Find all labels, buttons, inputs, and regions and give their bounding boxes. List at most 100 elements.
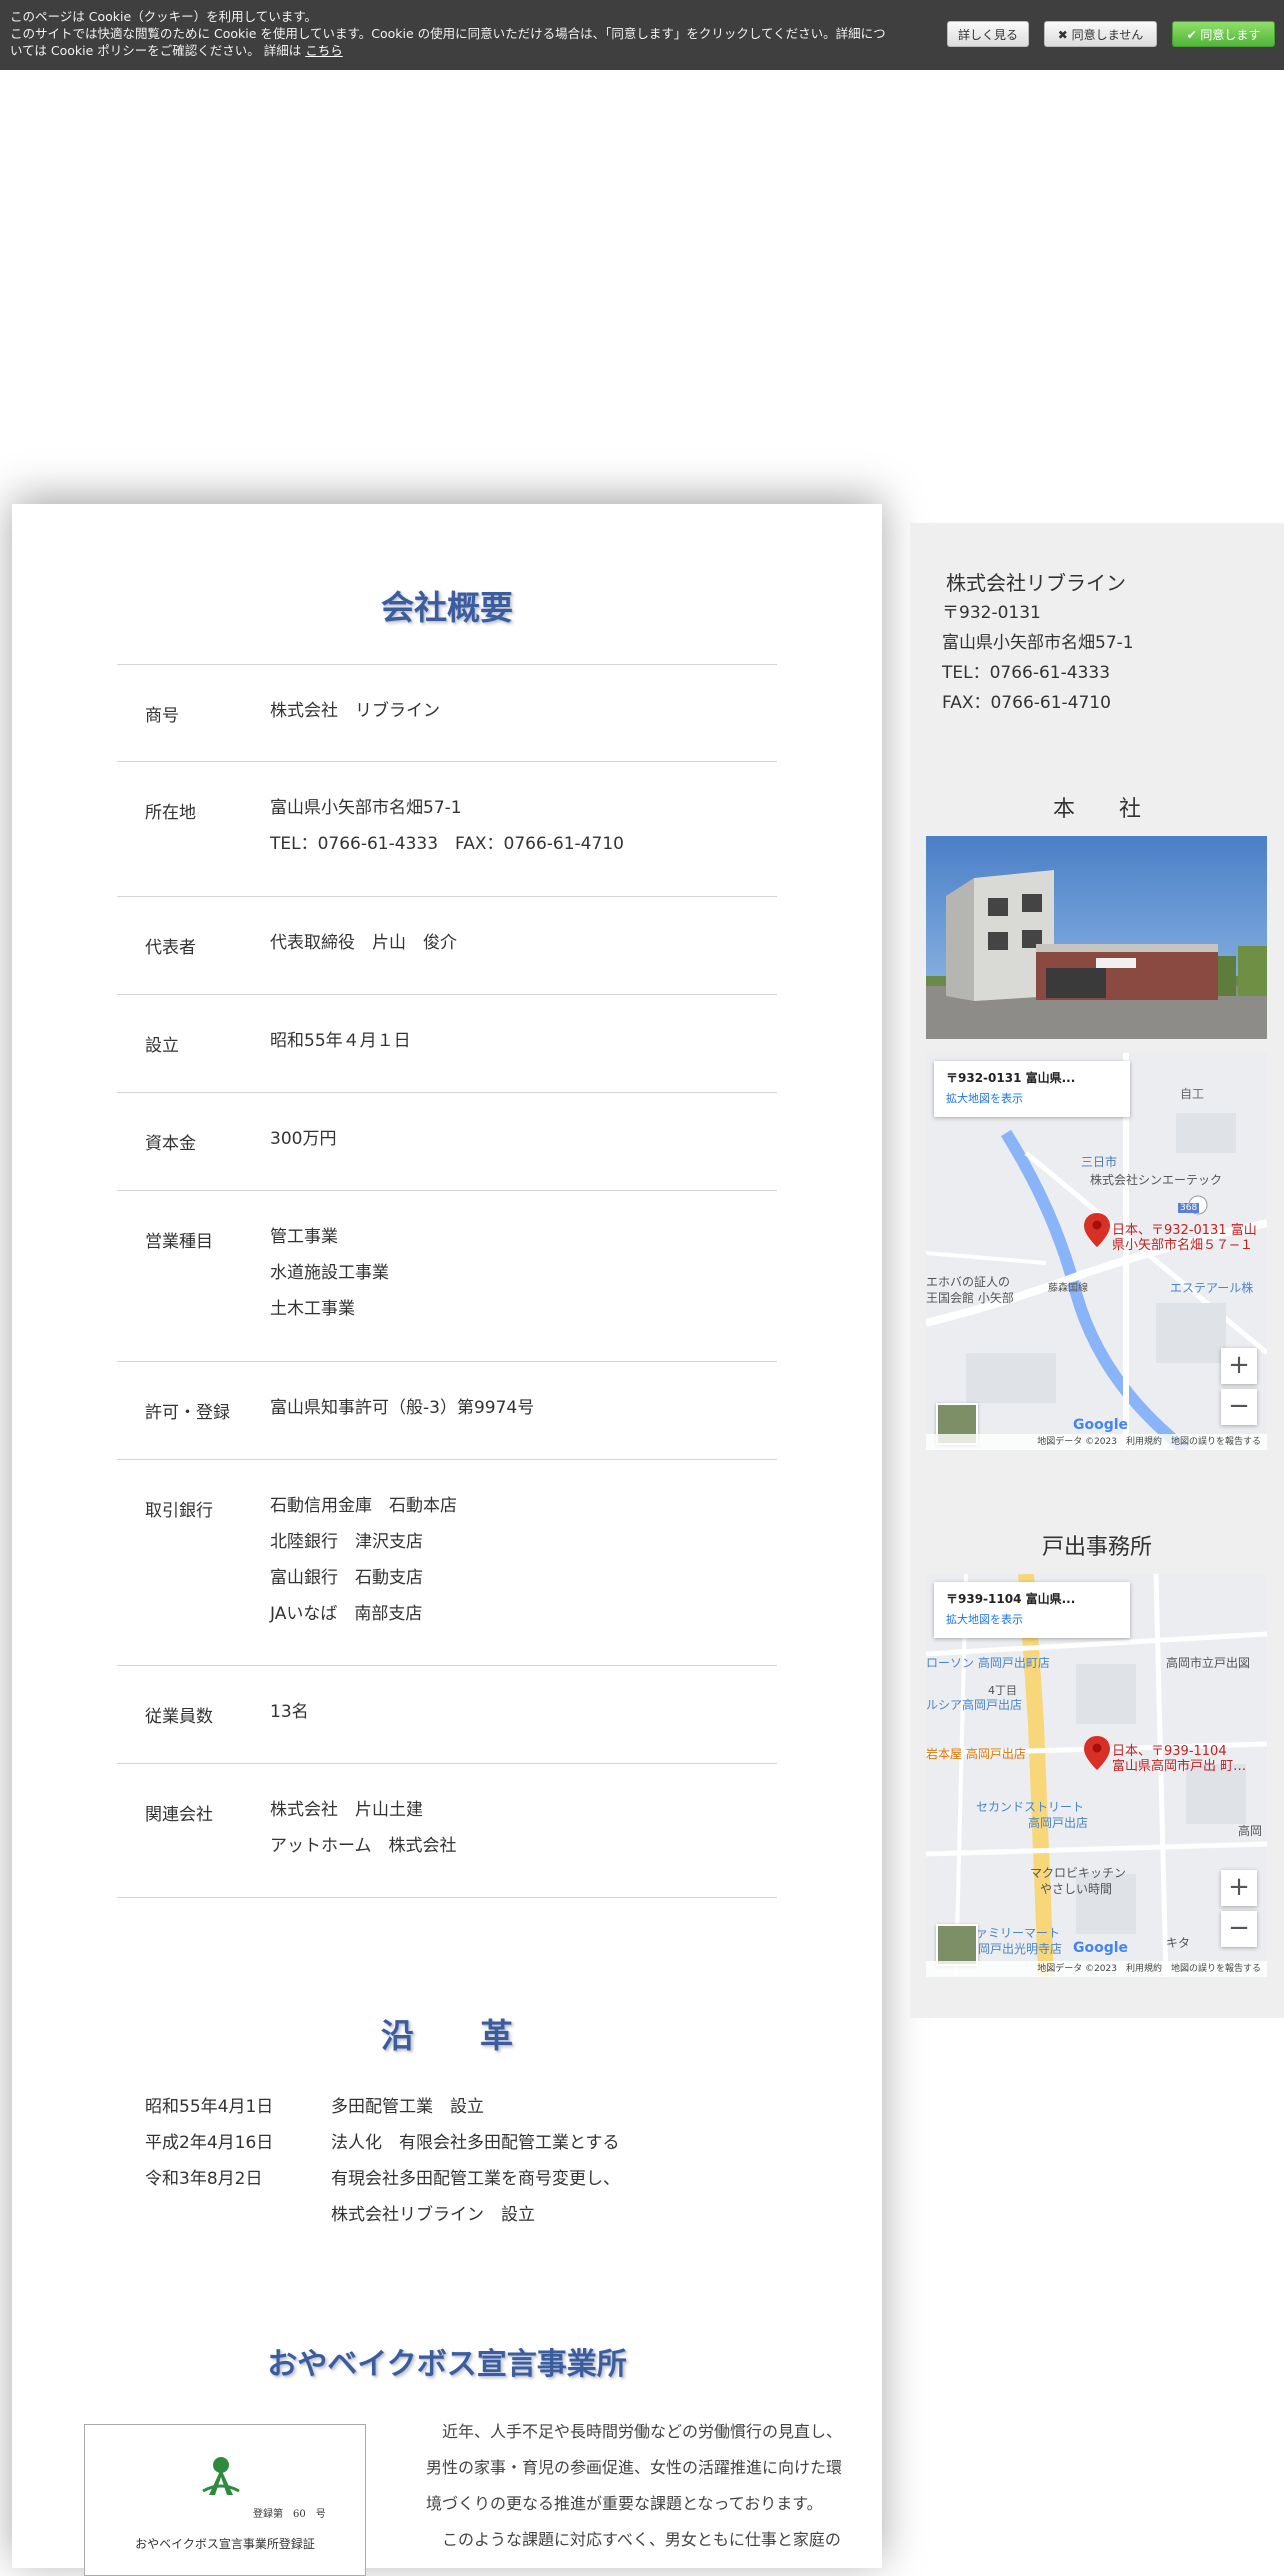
- value-line: 昭和55年４月１日: [270, 1031, 411, 1051]
- cookie-line-2: このサイトでは快適な閲覧のために Cookie を使用しています。Cookie …: [10, 26, 886, 41]
- cookie-accept-button[interactable]: ✔ 同意します: [1172, 21, 1275, 47]
- map-label: キタ: [1166, 1936, 1191, 1950]
- value-line: 富山県小矢部市名畑57-1: [270, 798, 462, 818]
- map-label: ローソン 高岡戸出町店: [926, 1656, 1050, 1670]
- value-line: 土木工事業: [270, 1299, 355, 1319]
- row-label: 関連会社: [145, 1805, 213, 1825]
- value-line: 13名: [270, 1702, 309, 1722]
- map-label: 三日市: [1081, 1155, 1118, 1169]
- satellite-toggle-button[interactable]: [936, 1924, 978, 1966]
- value-line: 管工事業: [270, 1227, 338, 1247]
- value-line: 水道施設工事業: [270, 1263, 389, 1283]
- map-attribution[interactable]: 地図データ ©2023 利用規約 地図の誤りを報告する: [926, 1961, 1267, 1977]
- row-label: 営業種目: [145, 1232, 213, 1252]
- map-info-card: 〒932-0131 富山県... 拡大地図を表示: [934, 1061, 1130, 1117]
- value-line: TEL：0766-61-4333 FAX：0766-61-4710: [270, 834, 624, 854]
- sidebar-tel: TEL：0766-61-4333: [942, 663, 1111, 683]
- row-label: 所在地: [145, 803, 196, 823]
- map-label: セカンドストリート: [976, 1800, 1085, 1814]
- paragraph: このような課題に対応すべく、男女ともに仕事と家庭の: [442, 2530, 841, 2549]
- branch-office-map[interactable]: ローソン 高岡戸出町店 高岡市立戸出図 4丁目 ルシア高岡戸出店 岩本屋 高岡戸…: [926, 1574, 1267, 1977]
- cookie-line-1: このページは Cookie（クッキー）を利用しています。: [10, 9, 318, 24]
- kids-declaration-title: おやベイクボス宣言事業所: [267, 2347, 627, 2382]
- cookie-line-3: いては Cookie ポリシーをご確認ください。 詳細は こちら: [10, 42, 930, 59]
- row-value: 株式会社 片山土建 アットホーム 株式会社: [270, 1792, 457, 1864]
- value-line: 300万円: [270, 1129, 337, 1149]
- paragraph: 近年、人手不足や長時間労働などの労働慣行の見直し、男性の家事・育児の参画促進、女…: [426, 2422, 843, 2513]
- zoom-out-button[interactable]: −: [1221, 1389, 1257, 1425]
- zoom-out-button[interactable]: −: [1221, 1911, 1257, 1947]
- cookie-message: このページは Cookie（クッキー）を利用しています。 このサイトでは快適な閲…: [10, 8, 930, 59]
- row-label: 従業員数: [145, 1707, 213, 1727]
- map-label: 自工: [1180, 1087, 1205, 1101]
- certificate-emblem-icon: [202, 2457, 240, 2495]
- map-card-address: 〒932-0131 富山県...: [946, 1071, 1076, 1085]
- route-number: 368: [1178, 1203, 1200, 1213]
- map-label: 藤森国線: [1048, 1283, 1088, 1294]
- registration-certificate: 登録第 60 号 おやベイクボス宣言事業所登録証: [84, 2424, 366, 2576]
- map-pin-label: 富山県高岡市戸出 町…: [1112, 1759, 1247, 1774]
- map-label: 王国会館 小矢部: [926, 1291, 1014, 1305]
- cookie-decline-button[interactable]: ✖ 同意しません: [1044, 21, 1157, 47]
- map-attribution[interactable]: 地図データ ©2023 利用規約 地図の誤りを報告する: [926, 1434, 1267, 1450]
- map-label: マクロビキッチン: [1030, 1866, 1127, 1880]
- history-date: 平成2年4月16日: [145, 2133, 274, 2153]
- history-event: 株式会社リブライン 設立: [331, 2205, 535, 2225]
- row-value: 300万円: [270, 1121, 336, 1157]
- history-date: 昭和55年4月1日: [145, 2097, 274, 2117]
- row-label: 設立: [145, 1036, 179, 1056]
- cookie-consent-bar: このページは Cookie（クッキー）を利用しています。 このサイトでは快適な閲…: [0, 0, 1284, 70]
- row-value: 13名: [270, 1694, 309, 1730]
- company-profile-table: 商号 株式会社 リブライン 所在地 富山県小矢部市名畑57-1 TEL：0766…: [117, 664, 777, 1898]
- sidebar-address: 富山県小矢部市名畑57-1: [942, 633, 1134, 653]
- view-larger-map-link[interactable]: 拡大地図を表示: [946, 1611, 1118, 1627]
- map-label: ァミリーマート: [976, 1926, 1061, 1940]
- sidebar-postal-code: 〒932-0131: [942, 603, 1041, 623]
- value-line: 代表取締役 片山 俊介: [270, 933, 457, 953]
- profile-row-established: 設立 昭和55年４月１日: [117, 994, 777, 1092]
- zoom-in-button[interactable]: +: [1221, 1870, 1257, 1906]
- head-office-map[interactable]: 三日市 自工 株式会社シンエーテック エステアール株 エホバの証人の 王国会館 …: [926, 1053, 1267, 1450]
- cookie-policy-link[interactable]: こちら: [305, 43, 343, 58]
- map-label: ルシア高岡戸出店: [926, 1698, 1023, 1712]
- cookie-line-3-text: いては Cookie ポリシーをご確認ください。 詳細は: [10, 43, 302, 58]
- row-value: 管工事業 水道施設工事業 土木工事業: [270, 1219, 389, 1327]
- sidebar-fax: FAX：0766-61-4710: [942, 693, 1111, 713]
- map-card-address: 〒939-1104 富山県...: [946, 1592, 1076, 1606]
- row-label: 代表者: [145, 938, 196, 958]
- value-line: 北陸銀行 津沢支店: [270, 1532, 423, 1552]
- history-event: 法人化 有限会社多田配管工業とする: [331, 2133, 620, 2153]
- value-line: アットホーム 株式会社: [270, 1836, 457, 1856]
- branch-office-title: 戸出事務所: [1041, 1535, 1152, 1560]
- map-label: 高岡市立戸出図: [1166, 1656, 1251, 1670]
- map-label: 岩本屋 高岡戸出店: [926, 1747, 1026, 1761]
- map-label: 岡戸出光明寺店: [978, 1942, 1063, 1956]
- certificate-title: おやベイクボス宣言事業所登録証: [135, 2537, 315, 2551]
- history-event: 多田配管工業 設立: [331, 2097, 484, 2117]
- cookie-details-button[interactable]: 詳しく見る: [947, 21, 1029, 47]
- map-label: エホバの証人の: [926, 1275, 1011, 1289]
- zoom-in-button[interactable]: +: [1221, 1348, 1257, 1384]
- view-larger-map-link[interactable]: 拡大地図を表示: [946, 1090, 1118, 1106]
- row-value: 石動信用金庫 石動本店 北陸銀行 津沢支店 富山銀行 石動支店 JAいなば 南部…: [270, 1488, 457, 1632]
- value-line: 株式会社 リブライン: [270, 701, 440, 721]
- certificate-number: 登録第 60 号: [253, 2509, 326, 2520]
- company-overview-title: 会社概要: [381, 588, 513, 627]
- row-value: 代表取締役 片山 俊介: [270, 925, 457, 961]
- sidebar-company-info: 株式会社リブライン 〒932-0131 富山県小矢部市名畑57-1 TEL：07…: [942, 568, 1134, 718]
- head-office-photo: [926, 836, 1267, 1039]
- value-line: JAいなば 南部支店: [270, 1604, 423, 1624]
- value-line: 株式会社 片山土建: [270, 1800, 423, 1820]
- map-info-card: 〒939-1104 富山県... 拡大地図を表示: [934, 1582, 1130, 1638]
- map-pin-icon: [1084, 1213, 1110, 1247]
- map-label: 株式会社シンエーテック: [1090, 1173, 1223, 1187]
- row-label: 取引銀行: [145, 1501, 213, 1521]
- row-value: 富山県知事許可（般-3）第9974号: [270, 1390, 534, 1426]
- map-label: やさしい時間: [1040, 1882, 1113, 1896]
- value-line: 富山県知事許可（般-3）第9974号: [270, 1398, 535, 1418]
- map-label: 高岡: [1238, 1824, 1263, 1838]
- profile-row-capital: 資本金 300万円: [117, 1092, 777, 1190]
- row-label: 商号: [145, 706, 179, 726]
- profile-row-employees: 従業員数 13名: [117, 1665, 777, 1763]
- profile-row-address: 所在地 富山県小矢部市名畑57-1 TEL：0766-61-4333 FAX：0…: [117, 761, 777, 896]
